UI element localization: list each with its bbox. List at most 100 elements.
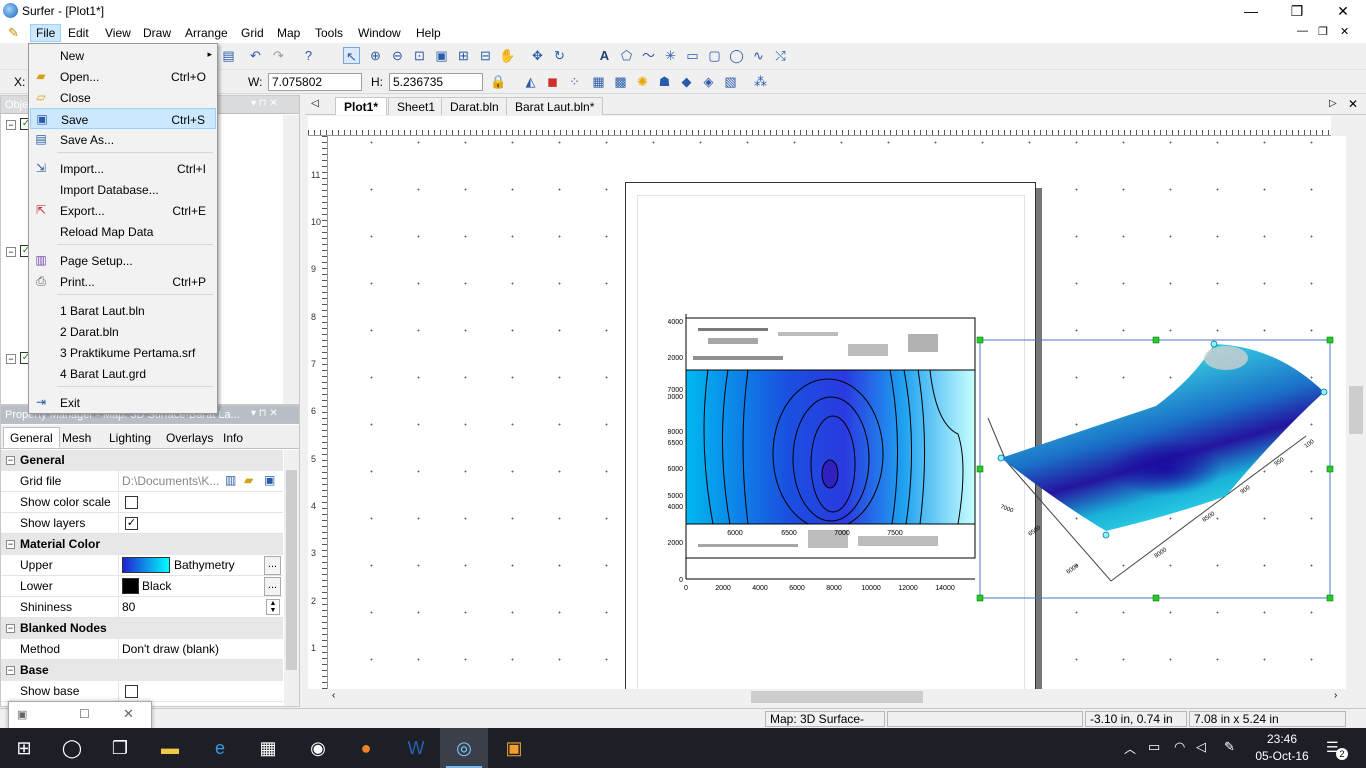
menu-item-close[interactable]: ▱ Close <box>30 87 216 108</box>
group-general[interactable]: − General <box>1 450 283 471</box>
new-wireframe-icon[interactable]: ☗ <box>656 73 673 90</box>
tree-expand-toggle[interactable]: − <box>6 120 16 130</box>
mdi-restore-button[interactable]: ❐ <box>1318 25 1328 38</box>
paste-icon[interactable]: ▤ <box>220 47 237 64</box>
menu-item-recent-1[interactable]: 1 Barat Laut.bln <box>30 300 216 321</box>
scrollbar-thumb[interactable] <box>751 691 923 703</box>
group-base[interactable]: − Base <box>1 660 283 681</box>
rounded-rect-tool-icon[interactable]: ▢ <box>706 47 723 64</box>
collapse-icon[interactable]: − <box>6 624 15 633</box>
3d-surface-map[interactable]: 7000 6500 6000 8000 8500 900 950 100 <box>976 336 1336 608</box>
scroll-right-icon[interactable]: › <box>1334 690 1337 701</box>
polygon-tool-icon[interactable]: ⬠ <box>618 47 635 64</box>
menu-item-print[interactable]: ⎙ Print... Ctrl+P <box>30 271 216 292</box>
menu-item-exit[interactable]: ⇥ Exit <box>30 392 216 413</box>
new-image-map-icon[interactable]: ◼ <box>544 73 561 90</box>
close-button[interactable]: ✕ <box>1320 0 1366 22</box>
undo-icon[interactable]: ↶ <box>247 47 264 64</box>
battery-icon[interactable]: ▭ <box>1148 739 1160 755</box>
upper-value[interactable]: Bathymetry <box>174 558 235 572</box>
menu-item-recent-2[interactable]: 2 Darat.bln <box>30 321 216 342</box>
surfer-app-icon[interactable] <box>3 3 18 18</box>
pan-hand-icon[interactable]: ✋ <box>499 47 516 64</box>
restore-icon[interactable]: ▣ <box>17 708 27 721</box>
panel-options-icon[interactable]: ▾ ⊓ ✕ <box>251 98 278 109</box>
tab-info[interactable]: Info <box>216 427 250 448</box>
search-cortana-icon[interactable]: ◯ <box>48 728 96 768</box>
file-explorer-icon[interactable]: ▬ <box>146 728 194 768</box>
menu-item-reload-map-data[interactable]: Reload Map Data <box>30 221 216 242</box>
store-icon[interactable]: ▦ <box>244 728 292 768</box>
menu-item-export[interactable]: ⇱ Export... Ctrl+E <box>30 200 216 221</box>
tab-mesh[interactable]: Mesh <box>55 427 98 448</box>
menu-map[interactable]: Map <box>272 25 305 41</box>
collapse-icon[interactable]: − <box>6 540 15 549</box>
menu-item-recent-4[interactable]: 4 Barat Laut.grd <box>30 363 216 384</box>
menu-item-import-database[interactable]: Import Database... <box>30 179 216 200</box>
save-grid-icon[interactable]: ▣ <box>264 473 280 489</box>
menu-item-save[interactable]: ▣ Save Ctrl+S <box>30 108 216 129</box>
zoom-out-icon[interactable]: ⊖ <box>389 47 406 64</box>
tab-darat-bln[interactable]: Darat.bln <box>441 97 508 115</box>
contour-map[interactable]: 14000 12000 7000 10000 8000 6500 6000 50… <box>668 314 978 604</box>
minimize-button[interactable]: — <box>1228 0 1274 22</box>
lower-value[interactable]: Black <box>142 579 171 593</box>
new-contour-map-icon[interactable]: ◭ <box>522 73 539 90</box>
tree-expand-toggle[interactable]: − <box>6 354 16 364</box>
image-viewer-icon[interactable]: ▣ <box>490 728 538 768</box>
menu-item-page-setup[interactable]: ▥ Page Setup... <box>30 250 216 271</box>
media-app-icon[interactable]: ◉ <box>294 728 342 768</box>
tab-sheet1[interactable]: Sheet1 <box>388 97 445 115</box>
tab-general[interactable]: General <box>3 427 60 448</box>
group-material-color[interactable]: − Material Color <box>1 534 283 555</box>
menu-arrange[interactable]: Arrange <box>180 25 233 41</box>
tab-scroll-right-icon[interactable]: ▷ <box>1329 98 1337 109</box>
menu-item-save-as[interactable]: ▤ Save As... <box>30 129 216 150</box>
plot-canvas[interactable]: 14000 12000 7000 10000 8000 6500 6000 50… <box>328 136 1346 689</box>
surfer-taskbar-icon[interactable]: ◎ <box>440 728 488 768</box>
select-arrow-icon[interactable]: ↖ <box>343 47 360 64</box>
redo-icon[interactable]: ↷ <box>270 47 287 64</box>
grid-info-icon[interactable]: ▥ <box>225 473 241 489</box>
map-layer-icon[interactable]: ⁂ <box>752 73 769 90</box>
new-post-map-icon[interactable]: ⁘ <box>566 73 583 90</box>
new-watershed-icon[interactable]: ▧ <box>722 73 739 90</box>
menu-help[interactable]: Help <box>411 25 446 41</box>
new-3d-surface-icon[interactable]: ◆ <box>678 73 695 90</box>
edge-browser-icon[interactable]: e <box>196 728 244 768</box>
help-pointer-icon[interactable]: ? <box>300 47 317 64</box>
floating-window-preview[interactable]: ▣ ☐ ✕ <box>8 701 152 729</box>
property-panel-scrollbar[interactable] <box>284 450 299 706</box>
zoom-rect-icon[interactable]: ⊡ <box>411 47 428 64</box>
open-folder-icon[interactable]: ▰ <box>244 473 260 489</box>
menu-view[interactable]: View <box>100 25 136 41</box>
maximize-button[interactable]: ❐ <box>1274 0 1320 22</box>
zoom-in-icon[interactable]: ⊕ <box>367 47 384 64</box>
clock-date[interactable]: 05-Oct-16 <box>1250 749 1314 763</box>
height-field[interactable]: 5.236735 <box>389 73 483 91</box>
trackball-icon[interactable]: ✥ <box>529 47 546 64</box>
scrollbar-thumb[interactable] <box>1349 386 1363 434</box>
word-icon[interactable]: W <box>392 728 440 768</box>
task-view-icon[interactable]: ❐ <box>96 728 144 768</box>
collapse-icon[interactable]: − <box>6 456 15 465</box>
menu-tools[interactable]: Tools <box>310 25 348 41</box>
new-base-map-icon[interactable]: ▩ <box>612 73 629 90</box>
mdi-close-button[interactable]: ✕ <box>1340 25 1349 38</box>
spline-tool-icon[interactable]: ∿ <box>750 47 767 64</box>
tab-barat-laut-bln[interactable]: Barat Laut.bln* <box>506 97 604 115</box>
mdi-minimize-button[interactable]: — <box>1297 25 1308 37</box>
ellipse-tool-icon[interactable]: ◯ <box>728 47 745 64</box>
show-layers-checkbox[interactable]: ✓ <box>125 517 138 530</box>
zoom-page-icon[interactable]: ▣ <box>433 47 450 64</box>
menu-file[interactable]: File <box>30 24 62 42</box>
firefox-icon[interactable]: ● <box>342 728 390 768</box>
zoom-fit-icon[interactable]: ⊞ <box>455 47 472 64</box>
tab-plot1[interactable]: Plot1* <box>335 97 388 115</box>
tab-lighting[interactable]: Lighting <box>102 427 158 448</box>
rectangle-tool-icon[interactable]: ▭ <box>684 47 701 64</box>
width-field[interactable]: 7.075802 <box>268 73 362 91</box>
tab-close-icon[interactable]: ✕ <box>1348 97 1358 111</box>
collapse-icon[interactable]: − <box>6 666 15 675</box>
shininess-spinner[interactable]: ▲ ▼ <box>266 599 280 615</box>
